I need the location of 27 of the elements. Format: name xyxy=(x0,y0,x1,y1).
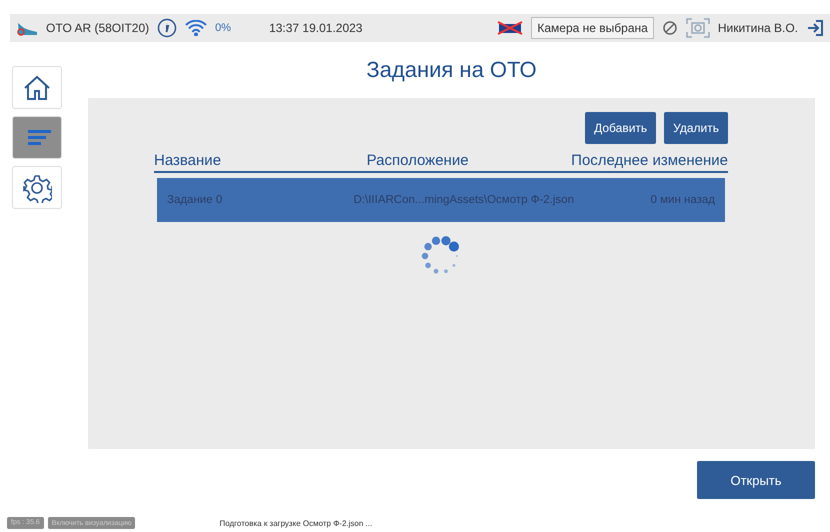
scan-frame-icon xyxy=(686,18,710,38)
table-cell-text: Задание 0 xyxy=(167,194,224,206)
toolbar-button[interactable]: Удалить xyxy=(664,112,728,144)
column-header: Расположение xyxy=(366,152,470,169)
sidebar-button[interactable] xyxy=(12,66,62,109)
wifi-icon xyxy=(185,20,208,36)
status-message: Подготовка к загрузке Осмотр Ф-2.json ... xyxy=(219,518,372,528)
signal-percent: 0% xyxy=(215,22,232,34)
table-cell: 0 мин назад xyxy=(650,194,715,206)
no-entry-icon xyxy=(662,20,678,36)
info-icon xyxy=(157,18,178,38)
app-name: OTO AR (58OIT20) xyxy=(46,21,150,35)
settings-icon xyxy=(22,172,52,202)
sidebar-button[interactable] xyxy=(12,116,62,159)
column-header: Название xyxy=(154,152,222,169)
user-name: Никитина В.О. xyxy=(718,21,798,35)
home-icon xyxy=(22,74,52,102)
date-time: 13:37 19.01.2023 xyxy=(269,21,362,35)
camera-field: Камера не выбрана xyxy=(531,17,654,39)
page-title: Задания на ОТО xyxy=(365,56,538,84)
open-button[interactable]: Открыть xyxy=(697,461,815,499)
logout-icon xyxy=(806,19,824,37)
sidebar-button[interactable] xyxy=(12,166,62,209)
camera-off-icon xyxy=(497,21,524,35)
toolbar-button[interactable]: Добавить xyxy=(585,112,656,144)
column-header: Последнее изменение xyxy=(571,152,728,169)
table-cell-text: D:\IIIARCon...mingAssets\Осмотр Ф-2.json xyxy=(352,194,575,206)
